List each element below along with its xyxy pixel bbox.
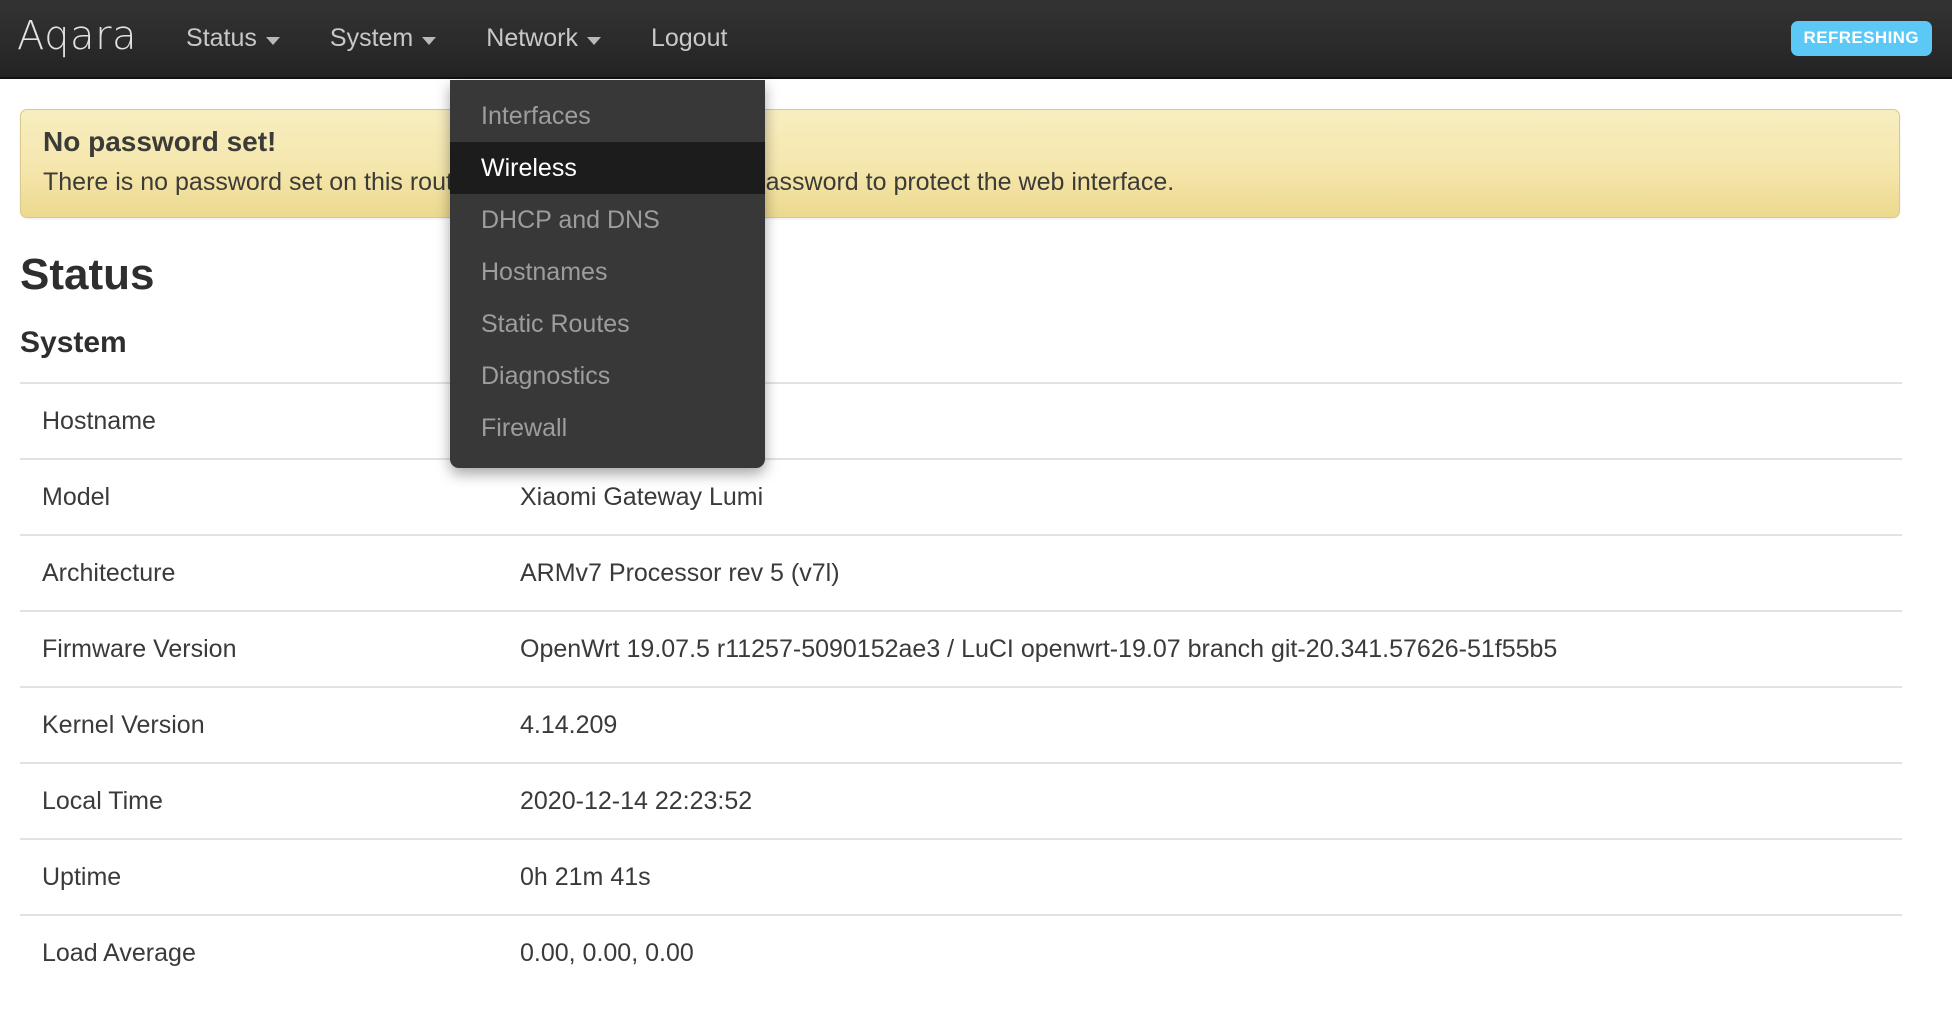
row-label: Hostname — [42, 406, 156, 435]
dropdown-item-hostnames[interactable]: Hostnames — [450, 246, 765, 298]
chevron-down-icon — [586, 36, 601, 45]
dropdown-item-static-routes[interactable]: Static Routes — [450, 298, 765, 350]
brand-logo[interactable]: Aqara — [17, 16, 137, 62]
alert-title: No password set! — [43, 126, 277, 157]
row-label: Uptime — [42, 862, 122, 891]
row-label: Local Time — [42, 786, 163, 815]
table-row: Firmware Version OpenWrt 19.07.5 r11257-… — [20, 610, 1902, 686]
row-value: 4.14.209 — [520, 710, 618, 739]
row-value: ARMv7 Processor rev 5 (v7l) — [520, 558, 840, 587]
nav-item-system[interactable]: System — [305, 0, 461, 78]
chevron-down-icon — [422, 36, 437, 45]
system-info-table: Hostname Aqara Model Xiaomi Gateway Lumi… — [20, 382, 1902, 990]
table-row: Model Xiaomi Gateway Lumi — [20, 458, 1902, 534]
dropdown-item-dhcp-and-dns[interactable]: DHCP and DNS — [450, 194, 765, 246]
nav-item-logout[interactable]: Logout — [626, 0, 752, 78]
row-value: 0.00, 0.00, 0.00 — [520, 938, 694, 967]
section-title-system: System — [20, 326, 127, 359]
dropdown-item-interfaces[interactable]: Interfaces — [450, 90, 765, 142]
row-label: Architecture — [42, 558, 176, 587]
top-navbar: Aqara Status System Network Logout REFRE… — [0, 0, 1952, 79]
nav-menu: Status System Network Logout — [161, 0, 752, 78]
row-label: Load Average — [42, 938, 196, 967]
chevron-down-icon — [265, 36, 280, 45]
no-password-alert: No password set! There is no password se… — [20, 109, 1900, 218]
row-label: Firmware Version — [42, 634, 237, 663]
row-label: Model — [42, 482, 111, 511]
row-value: 2020-12-14 22:23:52 — [520, 786, 753, 815]
table-row: Architecture ARMv7 Processor rev 5 (v7l) — [20, 534, 1902, 610]
nav-item-network[interactable]: Network — [461, 0, 626, 78]
dropdown-item-diagnostics[interactable]: Diagnostics — [450, 350, 765, 402]
nav-item-label: System — [329, 24, 414, 52]
nav-item-label: Logout — [650, 24, 728, 52]
nav-item-status[interactable]: Status — [161, 0, 305, 78]
dropdown-item-firewall[interactable]: Firewall — [450, 402, 765, 454]
table-row: Kernel Version 4.14.209 — [20, 686, 1902, 762]
table-row: Load Average 0.00, 0.00, 0.00 — [20, 914, 1902, 990]
network-dropdown-menu: Interfaces Wireless DHCP and DNS Hostnam… — [450, 80, 765, 468]
nav-item-label: Status — [186, 24, 257, 52]
page-title: Status — [20, 250, 155, 299]
table-row: Local Time 2020-12-14 22:23:52 — [20, 762, 1902, 838]
page-content: No password set! There is no password se… — [0, 79, 1952, 990]
table-row: Uptime 0h 21m 41s — [20, 838, 1902, 914]
nav-item-label: Network — [486, 24, 578, 52]
table-row: Hostname Aqara — [20, 382, 1902, 458]
row-label: Kernel Version — [42, 710, 205, 739]
row-value: 0h 21m 41s — [520, 862, 651, 891]
status-badge-refreshing[interactable]: REFRESHING — [1790, 21, 1932, 56]
row-value: OpenWrt 19.07.5 r11257-5090152ae3 / LuCI… — [520, 634, 1558, 663]
alert-text: There is no password set on this router.… — [43, 168, 1175, 196]
dropdown-item-wireless[interactable]: Wireless — [450, 142, 765, 194]
row-value: Xiaomi Gateway Lumi — [520, 482, 764, 511]
